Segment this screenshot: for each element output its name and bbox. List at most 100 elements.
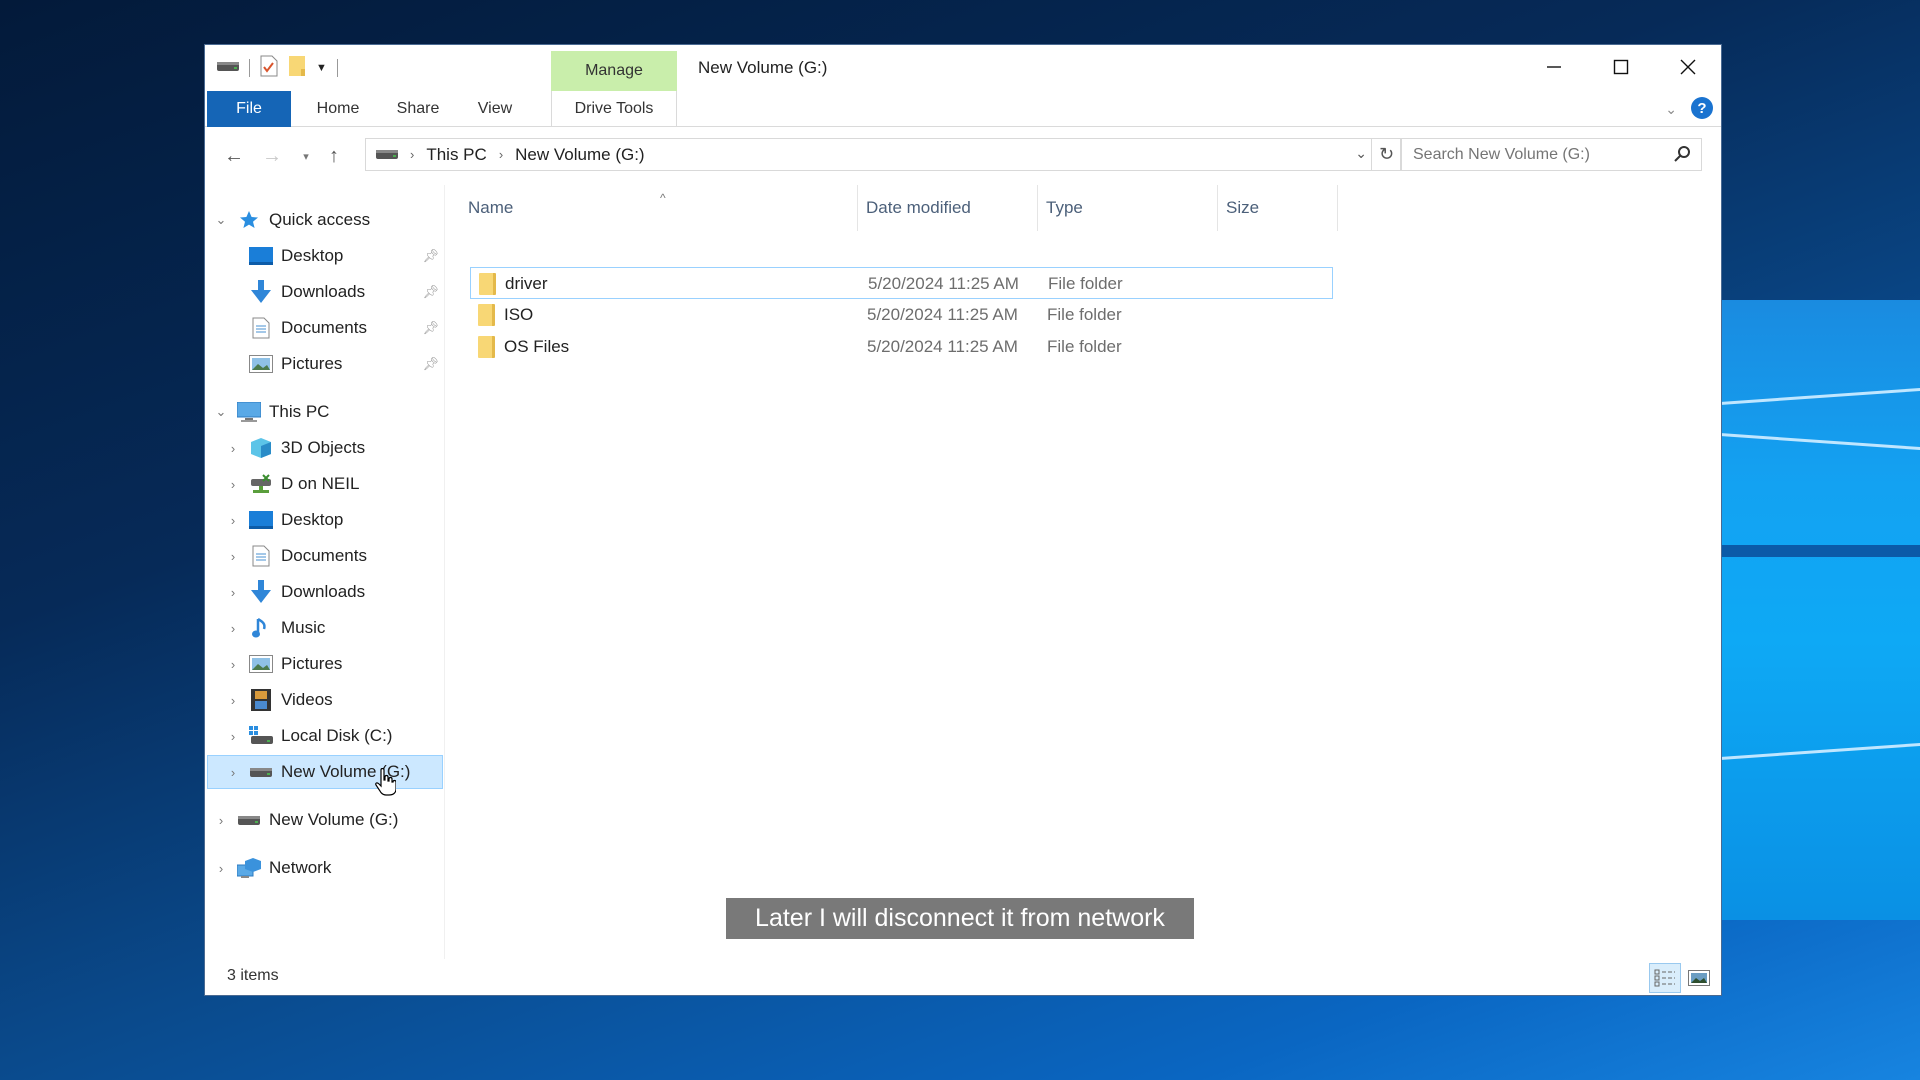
tab-home[interactable]: Home bbox=[305, 91, 371, 127]
file-row[interactable]: OS Files 5/20/2024 11:25 AM File folder bbox=[470, 331, 1333, 363]
downloads-icon bbox=[249, 280, 273, 303]
details-view-button[interactable] bbox=[1649, 963, 1681, 993]
documents-icon bbox=[249, 317, 273, 339]
chevron-right-icon[interactable]: › bbox=[225, 477, 241, 492]
back-button[interactable]: ← bbox=[219, 141, 249, 171]
forward-button[interactable]: → bbox=[257, 141, 287, 171]
maximize-button[interactable] bbox=[1588, 45, 1654, 89]
nav-item-network[interactable]: › Network bbox=[207, 851, 443, 885]
nav-item-label: Documents bbox=[281, 318, 367, 337]
column-header-name[interactable]: Name ^ bbox=[460, 185, 858, 231]
chevron-down-icon[interactable]: ⌄ bbox=[213, 404, 229, 420]
chevron-right-icon[interactable]: › bbox=[225, 729, 241, 744]
pin-icon[interactable]: 📌︎ bbox=[422, 356, 439, 372]
nav-item-qa-downloads[interactable]: Downloads 📌︎ bbox=[207, 275, 443, 309]
nav-item-pictures[interactable]: › Pictures bbox=[207, 647, 443, 681]
up-button[interactable]: ↑ bbox=[319, 141, 349, 171]
nav-item-documents[interactable]: › Documents bbox=[207, 539, 443, 573]
customize-toolbar-icon[interactable]: ▼ bbox=[316, 62, 327, 74]
nav-item-music[interactable]: › Music bbox=[207, 611, 443, 645]
pin-icon[interactable]: 📌︎ bbox=[422, 284, 439, 300]
tab-view[interactable]: View bbox=[467, 91, 523, 127]
tab-file[interactable]: File bbox=[207, 91, 291, 127]
breadcrumb-new-volume[interactable]: New Volume (G:) bbox=[515, 145, 644, 165]
new-folder-icon[interactable] bbox=[288, 55, 306, 82]
refresh-button[interactable]: ↻ bbox=[1372, 138, 1402, 171]
minimize-button[interactable] bbox=[1521, 45, 1587, 89]
help-icon[interactable]: ? bbox=[1691, 97, 1713, 119]
properties-icon[interactable] bbox=[260, 55, 278, 82]
search-input[interactable] bbox=[1413, 145, 1663, 164]
folder-icon bbox=[479, 273, 496, 295]
recent-locations-button[interactable]: ▾ bbox=[291, 141, 321, 171]
chevron-down-icon[interactable]: ⌄ bbox=[213, 212, 229, 228]
nav-item-qa-documents[interactable]: Documents 📌︎ bbox=[207, 311, 443, 345]
nav-item-new-volume-g-root[interactable]: › New Volume (G:) bbox=[207, 803, 443, 837]
breadcrumb-this-pc[interactable]: This PC bbox=[426, 145, 486, 165]
nav-item-label: Quick access bbox=[269, 210, 371, 229]
pin-icon[interactable]: 📌︎ bbox=[422, 248, 439, 264]
address-dropdown-icon[interactable]: ⌄ bbox=[1355, 145, 1367, 162]
nav-item-label: Network bbox=[269, 858, 332, 877]
column-header-type[interactable]: Type bbox=[1038, 185, 1218, 231]
large-icons-view-button[interactable] bbox=[1683, 963, 1715, 993]
chevron-right-icon[interactable]: › bbox=[225, 585, 241, 600]
tab-drive-tools[interactable]: Drive Tools bbox=[551, 91, 677, 127]
navigation-pane: ⌄ Quick access Desktop 📌︎ Downloads 📌︎ D… bbox=[205, 185, 445, 959]
chevron-right-icon[interactable]: › bbox=[225, 549, 241, 564]
breadcrumb-chevron-icon[interactable]: › bbox=[499, 147, 503, 162]
downloads-icon bbox=[249, 580, 273, 603]
chevron-right-icon[interactable]: › bbox=[225, 621, 241, 636]
chevron-right-icon[interactable]: › bbox=[225, 693, 241, 708]
minimize-icon bbox=[1547, 66, 1561, 68]
nav-item-qa-desktop[interactable]: Desktop 📌︎ bbox=[207, 239, 443, 273]
nav-item-local-disk-c[interactable]: › Local Disk (C:) bbox=[207, 719, 443, 753]
nav-item-desktop[interactable]: › Desktop bbox=[207, 503, 443, 537]
nav-item-qa-pictures[interactable]: Pictures 📌︎ bbox=[207, 347, 443, 381]
nav-item-new-volume-g[interactable]: › New Volume (G:) bbox=[207, 755, 443, 789]
expand-ribbon-icon[interactable]: ⌄ bbox=[1665, 101, 1677, 118]
nav-item-label: Downloads bbox=[281, 282, 366, 301]
file-row[interactable]: ISO 5/20/2024 11:25 AM File folder bbox=[470, 299, 1333, 331]
pictures-icon bbox=[249, 353, 273, 375]
file-type: File folder bbox=[1047, 337, 1122, 356]
nav-item-downloads[interactable]: › Downloads bbox=[207, 575, 443, 609]
chevron-right-icon[interactable]: › bbox=[225, 513, 241, 528]
tab-share[interactable]: Share bbox=[385, 91, 451, 127]
column-header-size[interactable]: Size bbox=[1218, 185, 1338, 231]
address-bar[interactable]: › This PC › New Volume (G:) ⌄ bbox=[365, 138, 1372, 171]
manage-contextual-tab[interactable]: Manage bbox=[551, 51, 677, 91]
desktop-icon bbox=[249, 509, 273, 531]
nav-item-d-on-neil[interactable]: › D on NEIL bbox=[207, 467, 443, 501]
chevron-right-icon[interactable]: › bbox=[225, 441, 241, 456]
search-box[interactable] bbox=[1400, 138, 1702, 171]
column-header-date-modified[interactable]: Date modified bbox=[858, 185, 1038, 231]
column-label: Size bbox=[1226, 198, 1260, 217]
chevron-right-icon[interactable]: › bbox=[213, 813, 229, 828]
local-disk-icon bbox=[249, 725, 273, 747]
nav-item-3d-objects[interactable]: › 3D Objects bbox=[207, 431, 443, 465]
nav-item-videos[interactable]: › Videos bbox=[207, 683, 443, 717]
nav-item-this-pc[interactable]: ⌄ This PC bbox=[207, 395, 443, 429]
nav-item-quick-access[interactable]: ⌄ Quick access bbox=[207, 203, 443, 237]
nav-item-label: Pictures bbox=[281, 354, 343, 373]
search-icon[interactable] bbox=[1673, 145, 1691, 168]
close-icon bbox=[1680, 59, 1696, 75]
file-date: 5/20/2024 11:25 AM bbox=[867, 337, 1018, 356]
pin-icon[interactable]: 📌︎ bbox=[422, 320, 439, 336]
close-button[interactable] bbox=[1655, 45, 1721, 89]
videos-icon bbox=[249, 689, 273, 711]
chevron-right-icon[interactable]: › bbox=[225, 765, 241, 780]
nav-item-label: Documents bbox=[281, 546, 367, 565]
large-icons-view-icon bbox=[1688, 970, 1710, 986]
chevron-right-icon[interactable]: › bbox=[213, 861, 229, 876]
file-row[interactable]: driver 5/20/2024 11:25 AM File folder bbox=[470, 267, 1333, 299]
drive-icon[interactable] bbox=[217, 59, 239, 77]
status-bar: 3 items bbox=[205, 959, 1721, 995]
nav-item-label: Desktop bbox=[281, 510, 344, 529]
maximize-icon bbox=[1613, 59, 1629, 75]
nav-item-label: Downloads bbox=[281, 582, 366, 601]
breadcrumb-chevron-icon[interactable]: › bbox=[410, 147, 414, 162]
drive-icon bbox=[249, 761, 273, 783]
chevron-right-icon[interactable]: › bbox=[225, 657, 241, 672]
